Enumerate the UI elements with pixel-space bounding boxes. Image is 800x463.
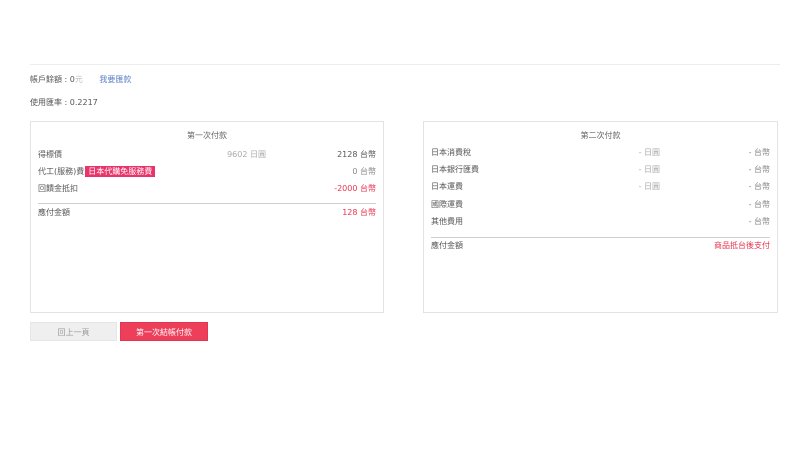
row-twd: - 台幣: [748, 148, 770, 157]
row-twd: - 台幣: [748, 182, 770, 191]
row-label: 國際運費: [431, 200, 463, 209]
divider: [38, 203, 376, 204]
row-label: 回饋金抵扣: [38, 184, 78, 193]
row-twd: - 台幣: [748, 165, 770, 174]
back-button[interactable]: 回上一頁: [30, 322, 117, 341]
jp-bank-fee-row: 日本銀行匯費 - 日圓 - 台幣: [431, 164, 770, 176]
winning-bid-row: 得標價 9602 日圓 2128 台幣: [38, 149, 376, 161]
total-row: 應付金額 商品抵台後支付: [431, 240, 770, 252]
account-balance: 帳戶餘額 : 0元 我要匯款: [30, 74, 131, 86]
balance-label: 帳戶餘額 :: [30, 75, 70, 84]
rebate-row: 回饋金抵扣 -2000 台幣: [38, 183, 376, 195]
total-row: 應付金額 128 台幣: [38, 207, 376, 219]
row-yen: - 日圓: [638, 182, 660, 191]
second-payment-title: 第二次付款: [580, 131, 621, 140]
row-label: 日本消費稅: [431, 148, 471, 157]
jp-shipping-row: 日本運費 - 日圓 - 台幣: [431, 181, 770, 193]
top-divider: [30, 64, 780, 65]
row-twd: - 台幣: [748, 200, 770, 209]
row-twd: - 台幣: [748, 217, 770, 226]
second-payment-panel: 第二次付款 日本消費稅 - 日圓 - 台幣 日本銀行匯費 - 日圓 - 台幣 日…: [423, 121, 778, 313]
row-yen: 9602 日圓: [227, 150, 266, 159]
exchange-rate: 使用匯率 : 0.2217: [30, 98, 98, 107]
row-label: 其他費用: [431, 217, 463, 226]
divider: [431, 237, 770, 238]
row-twd: 2128 台幣: [337, 150, 376, 159]
free-service-badge: 日本代購免服務費: [85, 166, 156, 177]
balance-unit: 元: [74, 75, 83, 84]
first-payment-panel: 第一次付款 得標價 9602 日圓 2128 台幣 代工(服務)費 日本代購免服務…: [30, 121, 384, 313]
row-yen: - 日圓: [638, 165, 660, 174]
other-fees-row: 其他費用 - 台幣: [431, 216, 770, 228]
row-label: 代工(服務)費 日本代購免服務費: [38, 166, 156, 178]
jp-tax-row: 日本消費稅 - 日圓 - 台幣: [431, 147, 770, 159]
total-value: 商品抵台後支付: [714, 241, 770, 250]
row-twd: 0 台幣: [352, 167, 376, 176]
total-label: 應付金額: [38, 208, 70, 217]
first-checkout-button[interactable]: 第一次結帳付款: [120, 322, 208, 341]
service-fee-row: 代工(服務)費 日本代購免服務費 0 台幣: [38, 166, 376, 178]
row-label: 日本運費: [431, 182, 463, 191]
row-label: 日本銀行匯費: [431, 165, 479, 174]
total-label: 應付金額: [431, 241, 463, 250]
service-fee-label: 代工(服務)費: [38, 167, 85, 176]
total-value: 128 台幣: [342, 208, 376, 217]
remit-link[interactable]: 我要匯款: [99, 75, 131, 84]
first-payment-title: 第一次付款: [187, 131, 227, 140]
intl-shipping-row: 國際運費 - 台幣: [431, 199, 770, 211]
row-yen: - 日圓: [638, 148, 660, 157]
row-label: 得標價: [38, 150, 62, 159]
row-twd: -2000 台幣: [334, 184, 376, 193]
